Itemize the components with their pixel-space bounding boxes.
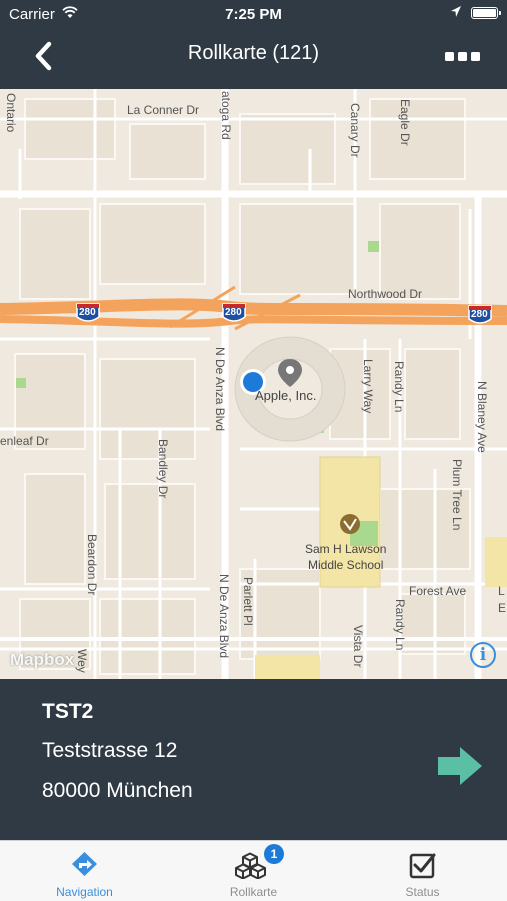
street-label: Plum Tree Ln xyxy=(450,459,464,531)
more-options-icon[interactable] xyxy=(440,42,486,72)
page-title: Rollkarte (121) xyxy=(187,42,320,64)
checkbox-icon xyxy=(409,853,436,879)
battery-icon xyxy=(471,7,501,19)
tab-label: Navigation xyxy=(56,885,113,899)
poi-label: Sam H Lawson xyxy=(305,542,387,556)
street-label: Randy Ln xyxy=(393,599,407,651)
mapbox-logo: Mapbox xyxy=(10,650,75,669)
street-label: Forest Ave xyxy=(409,584,467,598)
tab-rollkarte[interactable]: Rollkarte xyxy=(169,841,338,901)
poi-label: Apple, Inc. xyxy=(255,388,317,403)
notification-badge: 1 xyxy=(264,844,284,864)
cubes-icon xyxy=(235,852,266,879)
highway-number: 280 xyxy=(79,307,96,318)
status-bar: Carrier 7:25 PM xyxy=(0,0,507,28)
navigation-bar: Rollkarte (121) xyxy=(0,28,507,88)
street-label: N Blaney Ave xyxy=(475,381,489,453)
street-label: Canary Dr xyxy=(348,103,362,158)
highway-number: 280 xyxy=(225,307,242,318)
tab-label: Status xyxy=(405,885,440,899)
street-label: Bandley Dr xyxy=(156,439,170,499)
location-arrow-icon xyxy=(451,6,461,17)
street-label: Vista Dr xyxy=(351,625,365,668)
street-label: Eagle Dr xyxy=(398,99,412,146)
clock: 7:25 PM xyxy=(225,6,282,23)
street-label: L xyxy=(498,584,505,598)
street-label: Northwood Dr xyxy=(348,287,423,301)
stop-panel: TST2 Teststrasse 12 80000 München xyxy=(0,679,507,840)
street-label: Wey xyxy=(75,649,89,673)
street-label: N De Anza Blvd xyxy=(213,347,227,432)
stop-code: TST2 xyxy=(42,700,94,723)
tab-bar: Navigation Rollkarte 1 Status xyxy=(0,840,507,901)
street-label: Larry Way xyxy=(361,359,375,414)
street-label: atoga Rd xyxy=(219,91,233,140)
navigation-icon xyxy=(72,852,97,876)
tab-status[interactable]: Status xyxy=(338,841,507,901)
info-button[interactable]: i xyxy=(470,642,496,668)
street-label: Parlett Pl xyxy=(241,577,255,626)
street-label: La Conner Dr xyxy=(127,103,200,117)
street-label: N De Anza Blvd xyxy=(217,574,231,659)
street-label: Beardon Dr xyxy=(85,534,99,596)
poi-label: Middle School xyxy=(308,558,384,572)
arrow-right-icon[interactable] xyxy=(436,745,484,787)
stop-city: 80000 München xyxy=(42,779,193,802)
street-label: E xyxy=(498,601,507,615)
school-icon xyxy=(340,514,360,534)
stop-street: Teststrasse 12 xyxy=(42,739,178,762)
street-label: enleaf Dr xyxy=(0,434,49,448)
map-view[interactable]: La Conner Dr Ontario atoga Rd Canary Dr … xyxy=(0,89,507,679)
street-label: Ontario xyxy=(4,93,18,133)
tab-label: Rollkarte xyxy=(229,885,278,899)
tab-navigation[interactable]: Navigation xyxy=(0,841,169,901)
street-label: Randy Ln xyxy=(392,361,406,413)
highway-number: 280 xyxy=(471,309,488,320)
